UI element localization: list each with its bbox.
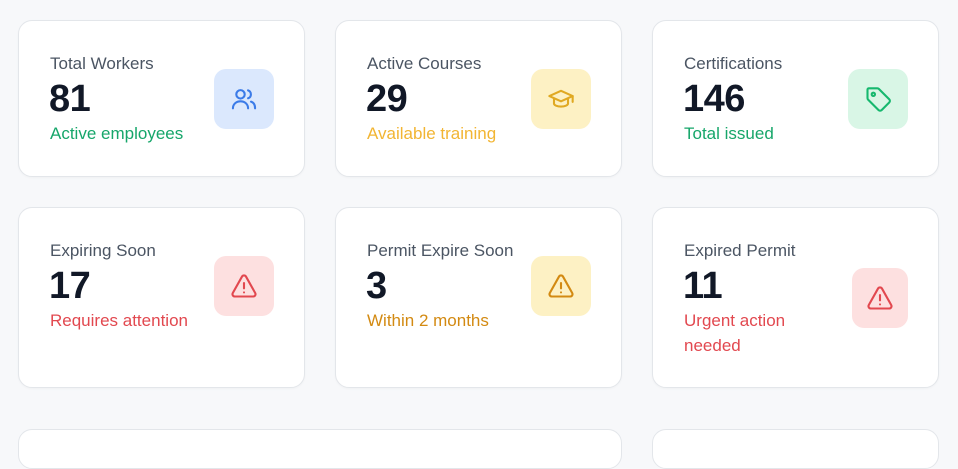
- card-partial-right: [652, 429, 939, 469]
- card-expired-permit[interactable]: Expired Permit 11 Urgent action needed: [652, 207, 939, 388]
- graduation-cap-icon: [531, 69, 591, 129]
- alert-triangle-icon: [531, 256, 591, 316]
- card-subtext: Available training: [367, 124, 497, 143]
- card-subtext: Active employees: [50, 124, 184, 143]
- alert-triangle-icon: [214, 256, 274, 316]
- card-partial-left: [18, 429, 622, 469]
- alert-triangle-icon: [852, 268, 908, 328]
- card-label: Total Workers: [50, 54, 154, 73]
- card-value: 3: [366, 265, 387, 307]
- card-label: Expired Permit: [684, 241, 796, 260]
- card-subtext-line1: Urgent action: [684, 311, 786, 330]
- card-total-workers[interactable]: Total Workers 81 Active employees: [18, 20, 305, 177]
- card-active-courses[interactable]: Active Courses 29 Available training: [335, 20, 622, 177]
- card-label: Certifications: [684, 54, 783, 73]
- card-value: 17: [49, 265, 91, 307]
- card-expiring-soon[interactable]: Expiring Soon 17 Requires attention: [18, 207, 305, 388]
- card-subtext-line2: needed: [684, 336, 741, 355]
- card-label: Active Courses: [367, 54, 482, 73]
- card-value: 146: [683, 78, 745, 120]
- card-subtext: Total issued: [684, 124, 774, 143]
- card-value: 81: [49, 78, 91, 120]
- card-value: 29: [366, 78, 408, 120]
- card-subtext: Within 2 months: [367, 311, 489, 330]
- card-label: Permit Expire Soon: [367, 241, 514, 260]
- card-label: Expiring Soon: [50, 241, 156, 260]
- users-icon: [214, 69, 274, 129]
- card-subtext: Requires attention: [50, 311, 188, 330]
- card-permit-expire-soon[interactable]: Permit Expire Soon 3 Within 2 months: [335, 207, 622, 388]
- tag-icon: [848, 69, 908, 129]
- card-certifications[interactable]: Certifications 146 Total issued: [652, 20, 939, 177]
- card-value: 11: [683, 265, 723, 307]
